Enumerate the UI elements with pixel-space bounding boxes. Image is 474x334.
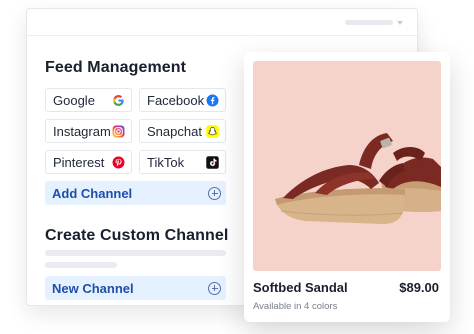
new-channel-button[interactable]: New Channel — [45, 276, 226, 300]
channel-snapchat[interactable]: Snapchat — [139, 119, 226, 143]
plus-circle-icon — [208, 281, 221, 295]
channel-label: TikTok — [147, 154, 185, 170]
channel-facebook[interactable]: Facebook — [139, 88, 226, 112]
panel-topbar — [27, 9, 417, 36]
new-channel-label: New Channel — [52, 280, 134, 296]
snapchat-icon — [206, 124, 219, 138]
facebook-icon — [206, 94, 219, 107]
channel-pinterest[interactable]: Pinterest — [45, 150, 132, 174]
channel-label: Facebook — [147, 92, 205, 108]
tiktok-icon — [206, 155, 219, 169]
channel-tiktok[interactable]: TikTok — [139, 150, 226, 174]
add-channel-label: Add Channel — [52, 185, 133, 201]
channel-label: Instagram — [53, 123, 111, 139]
product-price: $89.00 — [399, 280, 439, 295]
google-icon — [112, 94, 125, 107]
instagram-icon — [112, 125, 125, 138]
chevron-down-icon — [397, 20, 403, 25]
create-custom-channel-title: Create Custom Channel — [45, 227, 229, 244]
placeholder-line — [45, 262, 117, 268]
channel-google[interactable]: Google — [45, 88, 132, 112]
plus-circle-icon — [208, 186, 221, 200]
dropdown-placeholder-bar — [345, 20, 393, 25]
channel-label: Pinterest — [53, 154, 105, 170]
channel-label: Google — [53, 92, 95, 108]
pinterest-icon — [112, 156, 125, 169]
topbar-dropdown[interactable] — [345, 18, 405, 27]
channel-label: Snapchat — [147, 123, 202, 139]
product-image — [253, 61, 441, 271]
feed-management-title: Feed Management — [45, 59, 187, 76]
placeholder-line — [45, 250, 226, 256]
add-channel-button[interactable]: Add Channel — [45, 181, 226, 205]
sandal-front-illustration — [275, 133, 405, 224]
product-availability: Available in 4 colors — [253, 301, 338, 312]
channel-instagram[interactable]: Instagram — [45, 119, 132, 143]
product-card[interactable]: Softbed Sandal $89.00 Available in 4 col… — [244, 52, 450, 322]
product-name: Softbed Sandal — [253, 280, 348, 295]
